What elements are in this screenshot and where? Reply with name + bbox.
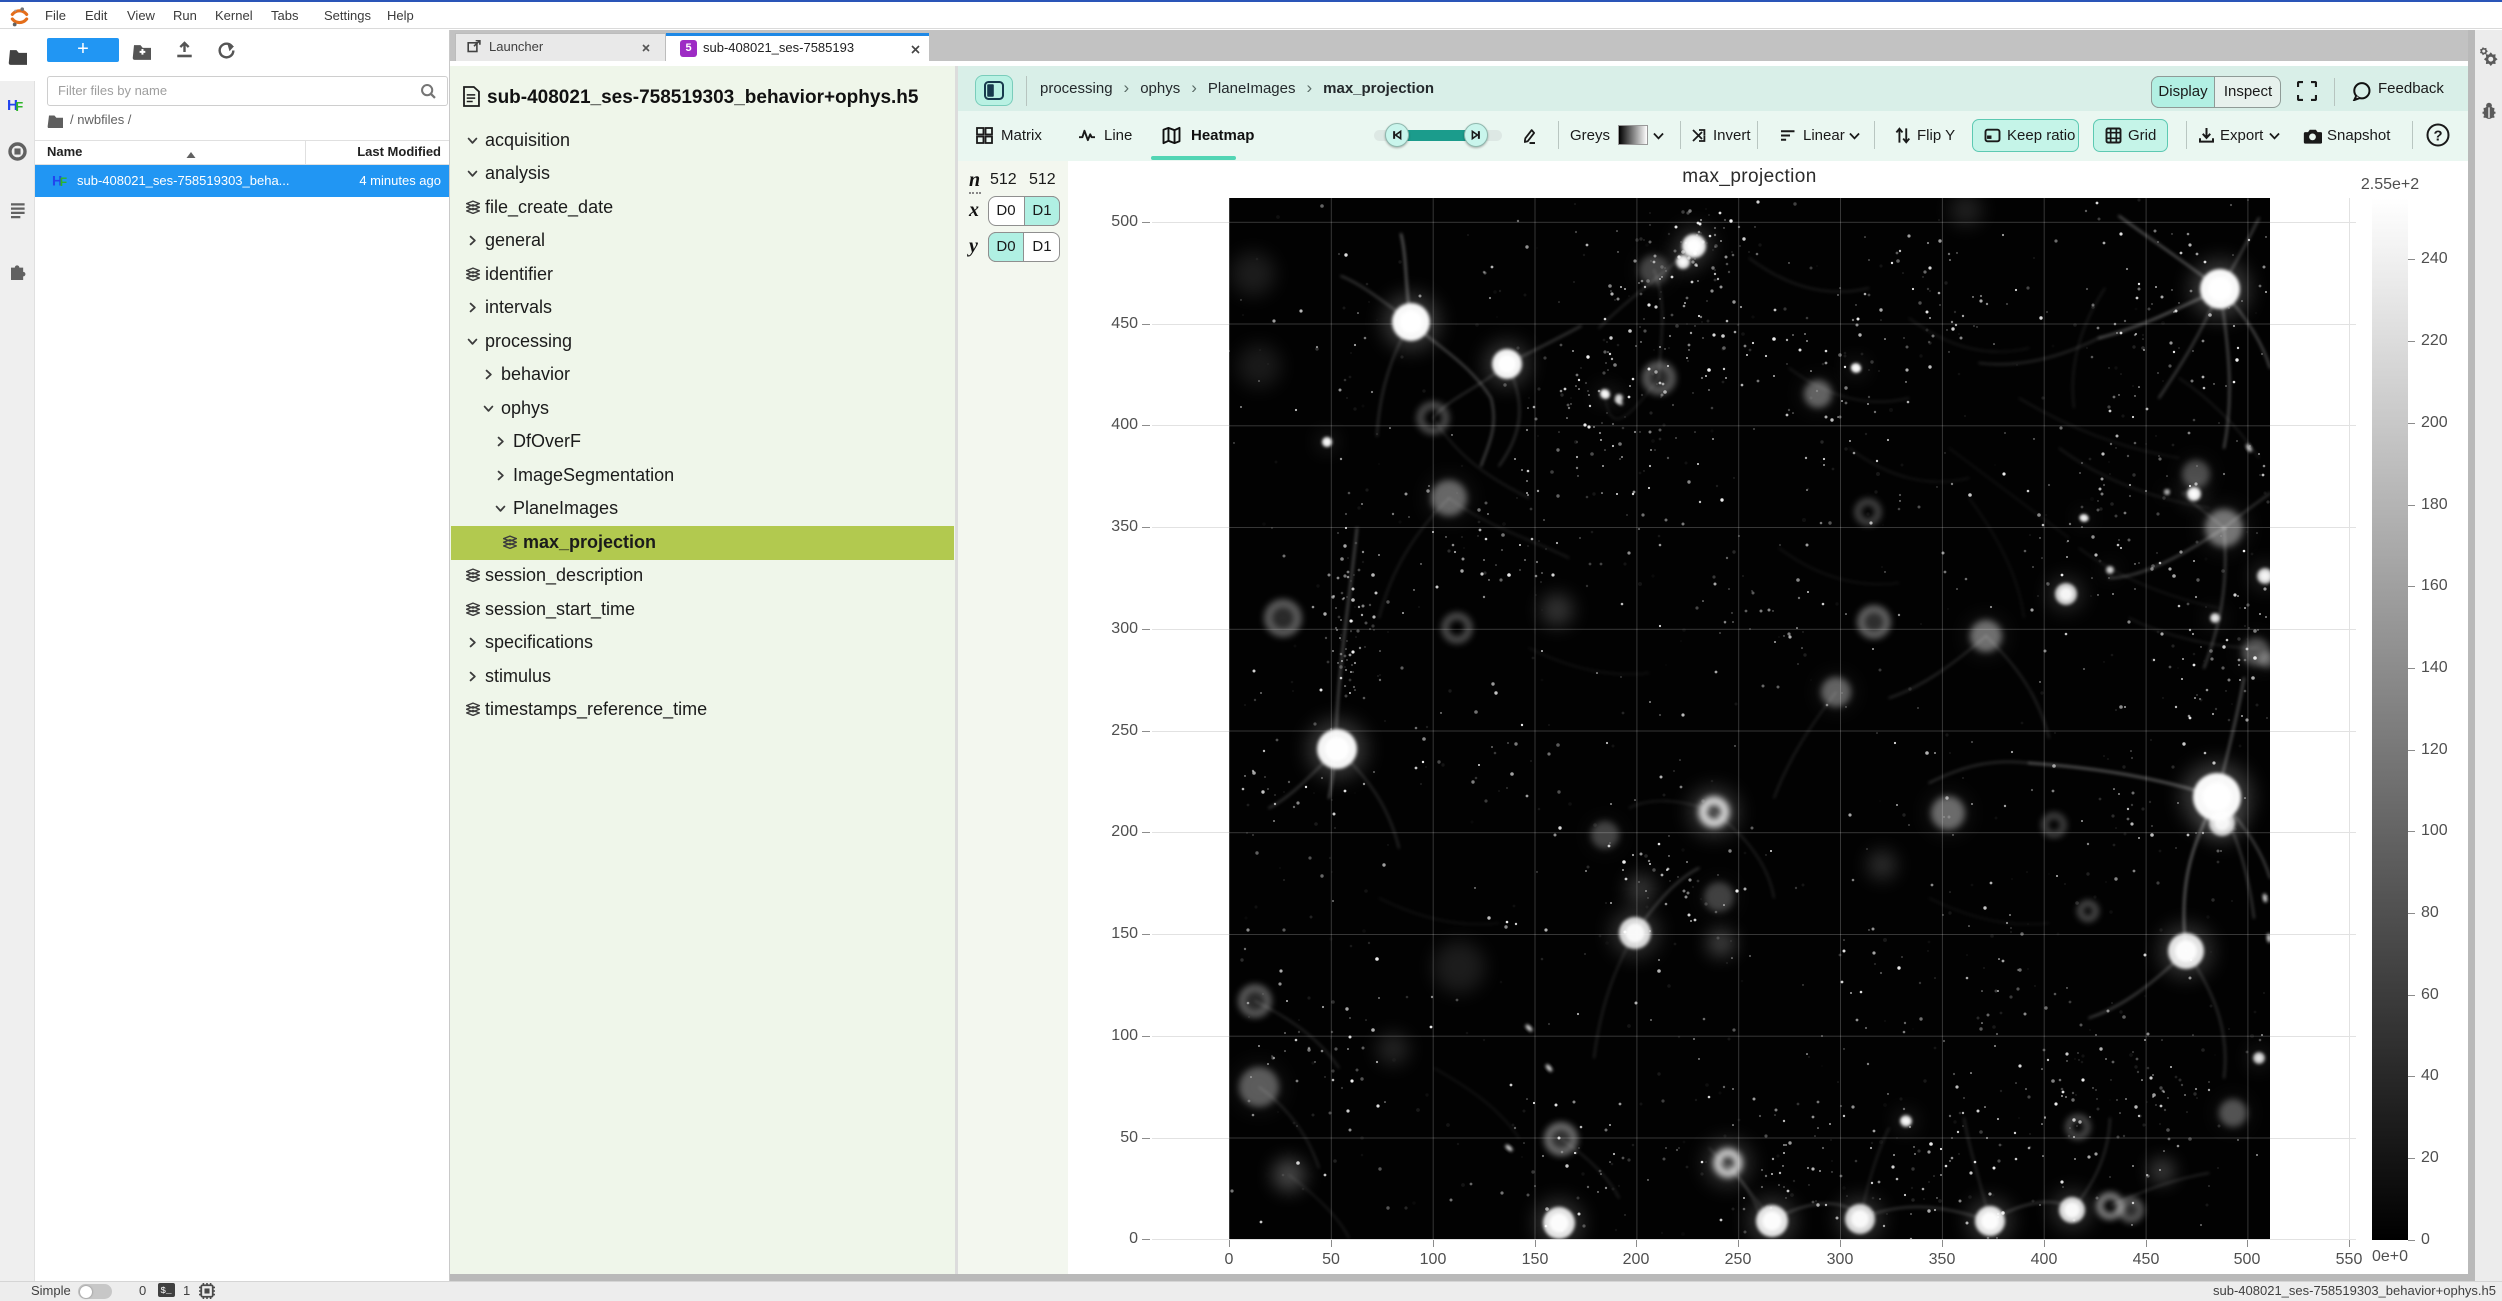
svg-text:$_: $_ [160, 1285, 172, 1296]
svg-text:F: F [60, 175, 67, 188]
svg-text:?: ? [2433, 128, 2442, 144]
svg-text:F: F [15, 99, 23, 113]
